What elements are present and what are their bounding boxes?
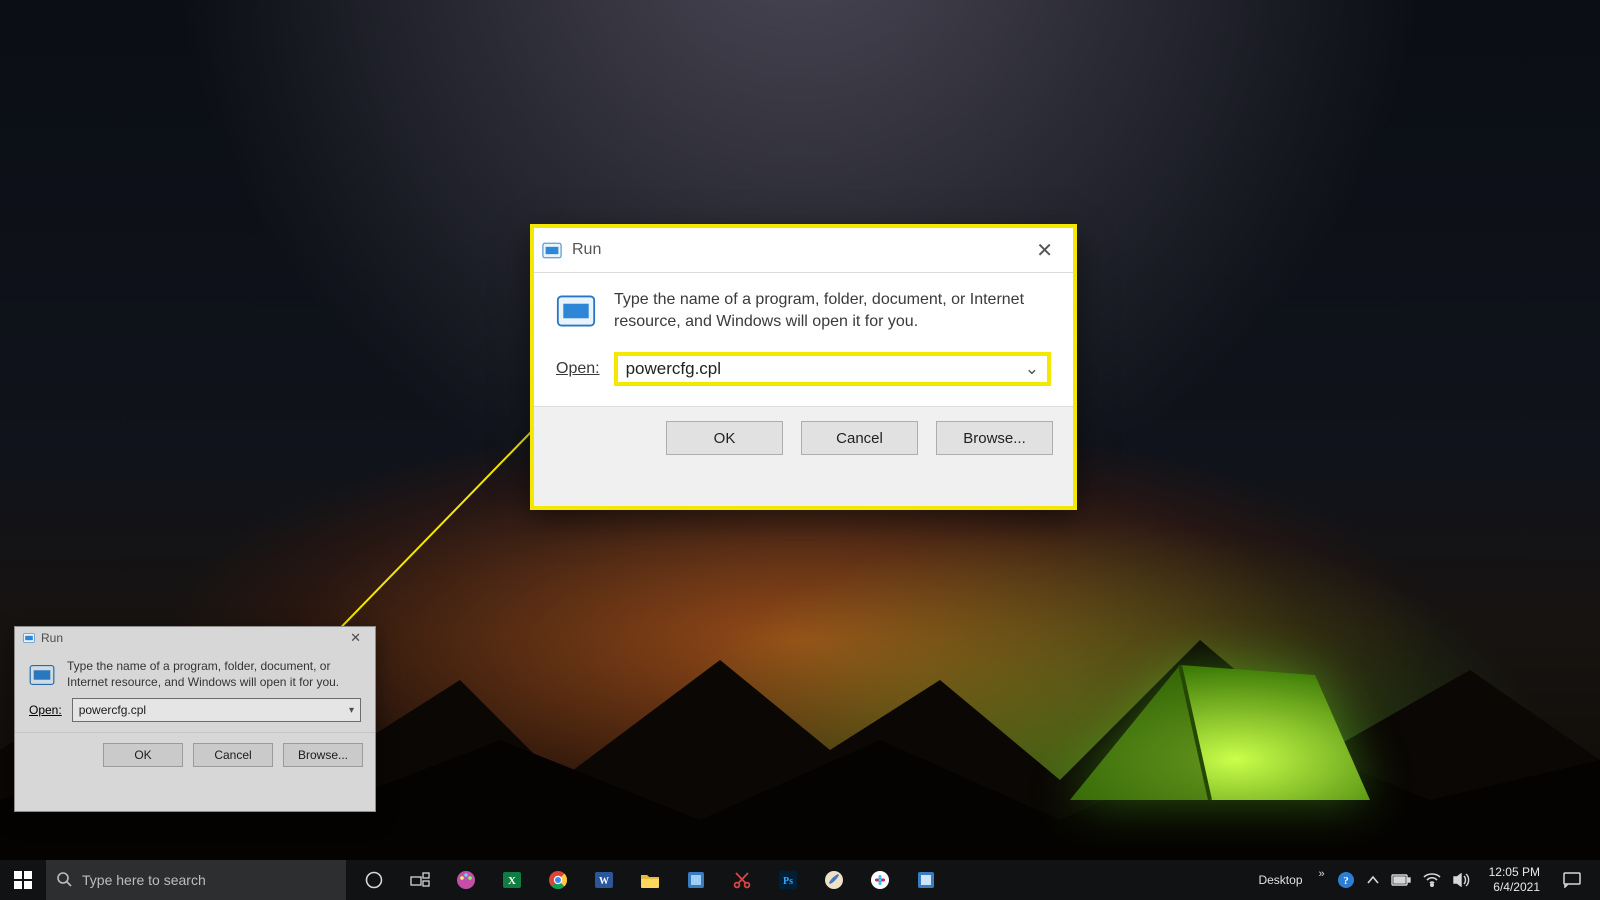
photoshop-icon: Ps <box>777 869 799 891</box>
app-paint[interactable] <box>444 860 488 900</box>
open-combobox[interactable]: powercfg.cpl ▾ <box>72 698 361 722</box>
start-button[interactable] <box>0 860 46 900</box>
tray-chevron-up-icon[interactable] <box>1367 875 1379 885</box>
close-button[interactable]: ✕ <box>1024 232 1065 269</box>
run-dialog-original[interactable]: Run ✕ Type the name of a program, folder… <box>14 626 376 812</box>
title-bar[interactable]: Run ✕ <box>534 228 1073 273</box>
brush-icon <box>823 869 845 891</box>
app-chrome[interactable] <box>536 860 580 900</box>
run-icon <box>29 659 55 690</box>
taskbar-clock[interactable]: 12:05 PM 6/4/2021 <box>1489 865 1540 895</box>
ok-button[interactable]: OK <box>666 421 783 455</box>
title-text: Run <box>572 241 601 259</box>
browse-button[interactable]: Browse... <box>936 421 1053 455</box>
battery-icon[interactable] <box>1391 874 1411 886</box>
search-placeholder-text: Type here to search <box>82 872 206 888</box>
search-icon <box>56 871 72 890</box>
open-value: powercfg.cpl <box>79 703 146 717</box>
toolbar-overflow-icon[interactable]: » <box>1319 868 1325 880</box>
circle-icon <box>365 871 383 889</box>
palette-icon <box>455 869 477 891</box>
windows-icon <box>14 871 32 889</box>
open-label: Open: <box>29 703 62 717</box>
background-tent <box>1060 650 1380 810</box>
excel-icon: X <box>501 869 523 891</box>
app-generic-2[interactable] <box>904 860 948 900</box>
cancel-button[interactable]: Cancel <box>801 421 918 455</box>
scissors-icon <box>732 870 752 890</box>
svg-text:W: W <box>599 876 609 887</box>
title-bar[interactable]: Run ✕ <box>15 627 375 649</box>
slack-icon <box>869 869 891 891</box>
open-value: powercfg.cpl <box>626 359 721 379</box>
cancel-button[interactable]: Cancel <box>193 743 273 767</box>
task-view-icon <box>410 872 430 888</box>
action-center-button[interactable] <box>1552 860 1592 900</box>
description-text: Type the name of a program, folder, docu… <box>614 289 1051 332</box>
app-excel[interactable]: X <box>490 860 534 900</box>
app-file-explorer[interactable] <box>628 860 672 900</box>
app-icon <box>686 870 706 890</box>
folder-icon <box>639 870 661 890</box>
run-icon <box>542 242 562 259</box>
taskbar[interactable]: Type here to search X W <box>0 860 1600 900</box>
chevron-down-icon[interactable]: ▾ <box>349 705 354 716</box>
description-text: Type the name of a program, folder, docu… <box>67 659 361 690</box>
task-view-button[interactable] <box>398 860 442 900</box>
app-paint3d[interactable] <box>812 860 856 900</box>
app-word[interactable]: W <box>582 860 626 900</box>
toolbar-desktop-label[interactable]: Desktop <box>1258 873 1302 887</box>
volume-icon[interactable] <box>1453 873 1471 887</box>
clock-time: 12:05 PM <box>1489 865 1540 880</box>
run-icon <box>23 633 35 644</box>
desktop-background[interactable]: Run ✕ Type the name of a program, folder… <box>0 0 1600 900</box>
app-slack[interactable] <box>858 860 902 900</box>
word-icon: W <box>593 869 615 891</box>
app-snip[interactable] <box>720 860 764 900</box>
ok-button[interactable]: OK <box>103 743 183 767</box>
wifi-icon[interactable] <box>1423 873 1441 887</box>
app-generic-1[interactable] <box>674 860 718 900</box>
open-label: Open: <box>556 360 600 378</box>
app-photoshop[interactable]: Ps <box>766 860 810 900</box>
app-icon <box>916 870 936 890</box>
clock-date: 6/4/2021 <box>1493 880 1540 895</box>
help-icon[interactable]: ? <box>1337 871 1355 889</box>
system-tray[interactable]: Desktop » ? 12:05 PM 6/4/2021 <box>1258 860 1600 900</box>
cortana-button[interactable] <box>352 860 396 900</box>
close-button[interactable]: ✕ <box>342 630 369 646</box>
chevron-down-icon[interactable]: ⌄ <box>1025 359 1039 379</box>
run-icon <box>556 289 596 332</box>
notification-icon <box>1563 872 1581 888</box>
svg-text:Ps: Ps <box>783 876 793 887</box>
browse-button[interactable]: Browse... <box>283 743 363 767</box>
taskbar-pinned-apps: X W Ps <box>352 860 948 900</box>
taskbar-search[interactable]: Type here to search <box>46 860 346 900</box>
chrome-icon <box>547 869 569 891</box>
open-combobox[interactable]: powercfg.cpl ⌄ <box>614 352 1051 386</box>
run-dialog-zoomed: Run ✕ Type the name of a program, folder… <box>530 224 1077 510</box>
title-text: Run <box>41 631 63 645</box>
svg-text:X: X <box>508 875 516 887</box>
svg-text:?: ? <box>1343 875 1349 887</box>
